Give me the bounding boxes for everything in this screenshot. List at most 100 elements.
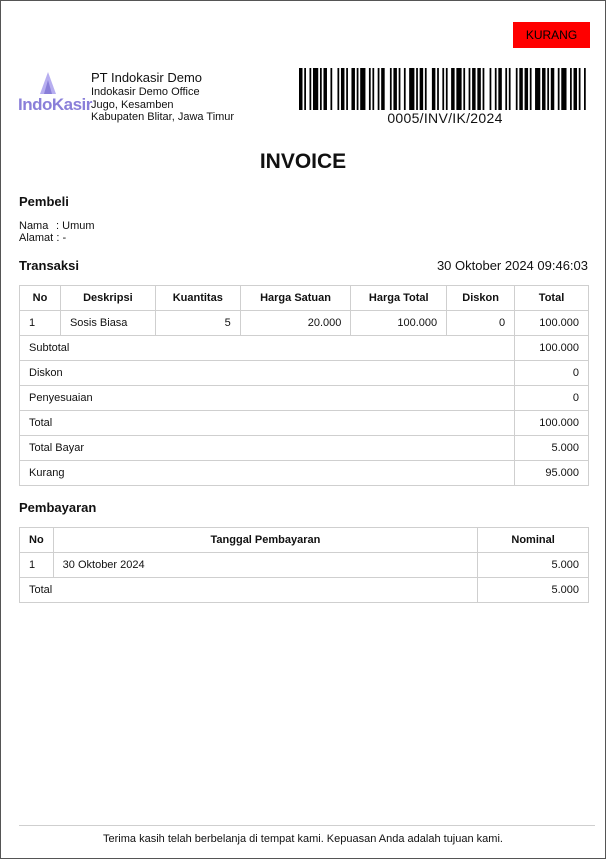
summary-value: 95.000: [514, 460, 589, 486]
barcode-bar: [578, 68, 581, 110]
column-header: Nominal: [477, 527, 589, 553]
barcode-bar: [323, 68, 327, 110]
logo-icon: [40, 72, 56, 94]
company-info: PT Indokasir Demo Indokasir Demo Office …: [91, 70, 235, 124]
barcode-bar: [377, 68, 380, 110]
barcode-bar: [557, 68, 560, 110]
barcode-bar: [431, 68, 436, 110]
summary-label: Penyesuaian: [18, 385, 516, 411]
barcode-bar: [337, 68, 340, 110]
barcode-bar: [442, 68, 445, 110]
barcode-bar: [561, 68, 567, 110]
barcode-bar: [389, 68, 392, 110]
item-discount: 0: [446, 310, 516, 336]
barcode-bar: [508, 68, 511, 110]
summary-value: 0: [514, 360, 589, 386]
summary-value: 100.000: [514, 410, 589, 436]
company-office: Indokasir Demo Office: [91, 85, 200, 98]
column-header: Deskripsi: [59, 285, 156, 311]
barcode-bar: [416, 68, 418, 110]
barcode-bar: [351, 68, 355, 110]
barcode-bar: [482, 68, 485, 110]
barcode-bar: [330, 68, 333, 110]
company-logo: IndoKasir: [18, 68, 92, 122]
summary-row: Total Bayar 5.000: [18, 435, 589, 461]
barcode-bar: [515, 68, 518, 110]
barcode-bar: [529, 68, 532, 110]
transaction-section-title: Transaksi: [19, 258, 79, 273]
summary-label: Kurang: [18, 460, 516, 486]
summary-value: 5.000: [514, 435, 589, 461]
column-header: Kuantitas: [154, 285, 241, 311]
barcode-bar: [437, 68, 439, 110]
barcode-bar: [550, 68, 555, 110]
barcode-bar: [409, 68, 415, 110]
barcode-bar: [468, 68, 471, 110]
item-line-total: 100.000: [350, 310, 448, 336]
summary-value: 100.000: [514, 335, 589, 361]
barcode-bar: [419, 68, 424, 110]
table-row: 1 Sosis Biasa 5 20.000 100.000 0 100.000: [19, 310, 589, 336]
table-row: 1 30 Oktober 2024 5.000: [19, 552, 589, 578]
payment-amount: 5.000: [477, 552, 589, 578]
invoice-number: 0005/INV/IK/2024: [387, 110, 503, 126]
company-address-line-2: Kabupaten Blitar, Jawa Timur: [91, 111, 235, 124]
barcode-bar: [489, 68, 492, 110]
footer-note: Terima kasih telah berbelanja di tempat …: [103, 833, 503, 845]
logo-wordmark: IndoKasir: [18, 95, 92, 114]
item-quantity: 5: [154, 310, 241, 336]
barcode-bar: [368, 68, 371, 110]
item-description: Sosis Biasa: [59, 310, 156, 336]
company-name: PT Indokasir Demo: [91, 70, 203, 85]
summary-row: Total 100.000: [18, 410, 589, 436]
barcode-bar: [547, 68, 550, 110]
barcode-bar: [319, 68, 322, 110]
payment-date: 30 Oktober 2024: [52, 552, 479, 578]
item-unit-price: 20.000: [239, 310, 352, 336]
invoice-page: KURANG IndoKasir PT Indokasir Demo Indok…: [0, 0, 606, 859]
status-badge: KURANG: [513, 22, 590, 48]
barcode-bar: [505, 68, 508, 110]
summary-row: Subtotal 100.000: [18, 335, 589, 361]
item-no: 1: [19, 310, 61, 336]
barcode-bar: [584, 68, 586, 110]
barcode-bar: [309, 68, 312, 110]
barcode-bar: [346, 68, 348, 110]
transaction-date: 30 Oktober 2024 09:46:03: [436, 258, 588, 273]
barcode: [299, 68, 586, 110]
barcode-bar: [535, 68, 541, 110]
summary-label: Subtotal: [18, 335, 516, 361]
company-address-line-1: Jugo, Kesamben: [91, 98, 174, 111]
summary-label: Total Bayar: [18, 435, 516, 461]
buyer-address-label: Alamat: [19, 232, 54, 244]
payment-total-label: Total: [18, 577, 479, 603]
barcode-bar: [451, 68, 455, 110]
barcode-bar: [573, 68, 578, 110]
barcode-bar: [356, 68, 359, 110]
column-header: Harga Total: [350, 285, 448, 311]
barcode-bar: [524, 68, 529, 110]
barcode-bar: [340, 68, 345, 110]
buyer-name-value: Umum: [62, 220, 95, 232]
buyer-address-row: Alamat : -: [19, 232, 67, 244]
item-total: 100.000: [514, 310, 589, 336]
column-header: Tanggal Pembayaran: [52, 527, 479, 553]
summary-value: 0: [514, 385, 589, 411]
barcode-bar: [498, 68, 502, 110]
payment-total-row: Total 5.000: [18, 577, 589, 603]
barcode-bar: [463, 68, 466, 110]
column-header: Diskon: [446, 285, 516, 311]
summary-label: Total: [18, 410, 516, 436]
barcode-bar: [299, 68, 303, 110]
summary-row: Kurang 95.000: [18, 460, 589, 486]
payment-total-value: 5.000: [477, 577, 589, 603]
payment-section-title: Pembayaran: [19, 500, 97, 515]
column-header: Harga Satuan: [239, 285, 352, 311]
barcode-bar: [372, 68, 375, 110]
payment-header-row: No Tanggal Pembayaran Nominal: [19, 527, 589, 553]
footer-divider: [19, 825, 595, 826]
barcode-bar: [445, 68, 448, 110]
barcode-bar: [542, 68, 546, 110]
page-title: INVOICE: [259, 150, 347, 173]
barcode-bar: [312, 68, 319, 110]
